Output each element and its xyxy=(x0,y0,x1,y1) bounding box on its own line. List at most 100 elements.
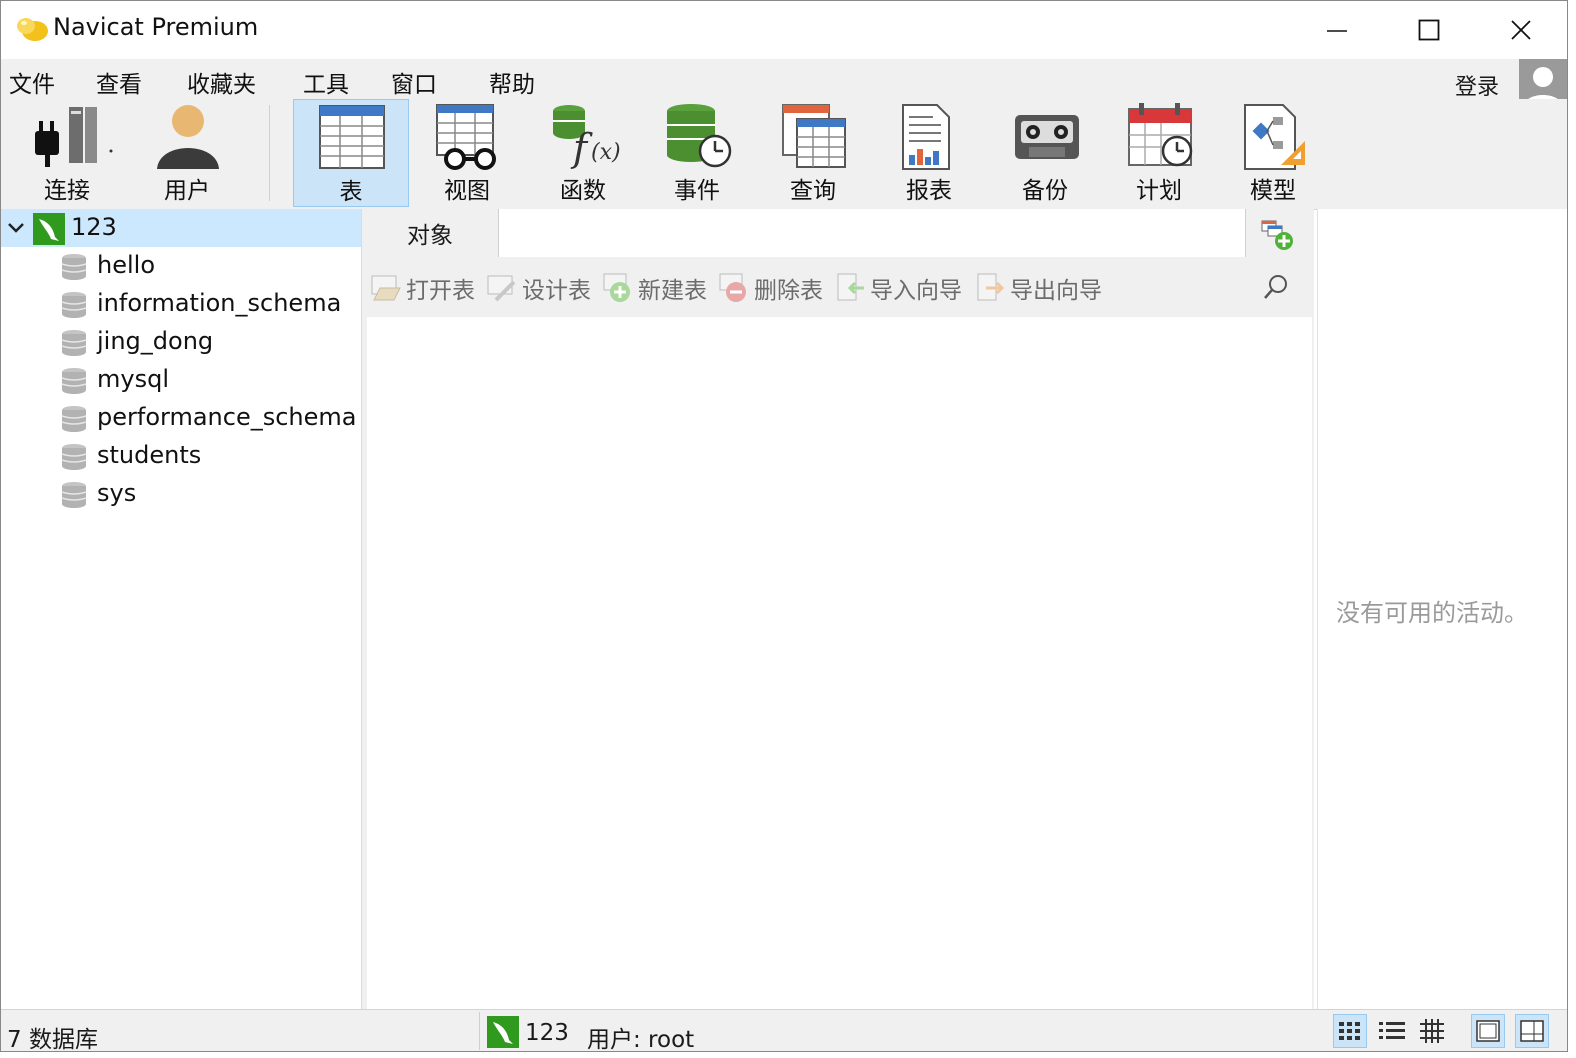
new-table-label: 新建表 xyxy=(638,278,707,304)
export-wizard-button[interactable]: 导出向导 xyxy=(974,271,1102,305)
close-button[interactable] xyxy=(1475,1,1567,59)
grid-view-button[interactable] xyxy=(1333,1014,1367,1048)
schedule-calendar-icon xyxy=(1128,103,1193,167)
status-separator xyxy=(479,1012,480,1050)
design-table-label: 设计表 xyxy=(522,278,591,304)
main-toolbar: 连接 用户 表 视图 f (x) 函数 事件 查询 报表 备份 计划 模型 xyxy=(1,99,1567,210)
menu-window[interactable]: 窗口 xyxy=(391,65,437,99)
object-toolbar: 打开表 设计表 新建表 删除表 导入向导 导出向导 xyxy=(362,261,1314,315)
table-button[interactable]: 表 xyxy=(293,99,409,207)
query-label: 查询 xyxy=(790,178,836,204)
window-title: Navicat Premium xyxy=(53,13,259,41)
menu-favorites[interactable]: 收藏夹 xyxy=(187,65,256,99)
user-button[interactable]: 用户 xyxy=(131,99,243,207)
status-user: 用户: root xyxy=(587,1027,695,1052)
database-name: students xyxy=(97,441,202,469)
connection-name: 123 xyxy=(71,213,117,241)
open-table-icon xyxy=(371,275,401,301)
query-button[interactable]: 查询 xyxy=(757,99,869,207)
tree-db-item[interactable]: mysql xyxy=(1,361,361,399)
tab-object[interactable]: 对象 xyxy=(362,209,498,257)
navicat-window: Navicat Premium 文件 查看 收藏夹 工具 窗口 帮助 登录 连接… xyxy=(0,0,1568,1052)
chevron-down-icon[interactable] xyxy=(7,221,25,235)
mysql-connection-icon xyxy=(33,213,65,245)
new-tab-button[interactable] xyxy=(1246,213,1306,257)
delete-table-button[interactable]: 删除表 xyxy=(718,271,823,305)
minimize-button[interactable] xyxy=(1291,1,1383,59)
export-wizard-label: 导出向导 xyxy=(1010,278,1102,304)
minimize-icon xyxy=(1327,30,1347,32)
tree-db-item[interactable]: hello xyxy=(1,247,361,285)
svg-text:(x): (x) xyxy=(591,140,621,165)
database-icon xyxy=(61,330,87,356)
model-button[interactable]: 模型 xyxy=(1217,99,1329,207)
database-count: 7 数据库 xyxy=(7,1027,98,1052)
tree-db-item[interactable]: sys xyxy=(1,475,361,513)
event-label: 事件 xyxy=(674,178,720,204)
database-name: performance_schema xyxy=(97,403,357,431)
grid-view-icon xyxy=(1339,1022,1360,1040)
menu-view[interactable]: 查看 xyxy=(96,65,142,99)
search-button[interactable] xyxy=(1262,273,1290,305)
title-bar: Navicat Premium xyxy=(1,1,1567,59)
tree-db-item[interactable]: jing_dong xyxy=(1,323,361,361)
report-icon xyxy=(902,104,950,170)
activity-panel: 没有可用的活动。 xyxy=(1317,209,1567,1009)
view-button[interactable]: 视图 xyxy=(411,99,523,207)
open-table-button[interactable]: 打开表 xyxy=(370,271,475,305)
menu-help[interactable]: 帮助 xyxy=(489,65,535,99)
database-icon xyxy=(61,444,87,470)
backup-label: 备份 xyxy=(1022,178,1068,204)
no-activity-message: 没有可用的活动。 xyxy=(1336,599,1528,627)
view-glasses-icon xyxy=(436,104,496,170)
object-list-area[interactable] xyxy=(367,317,1312,1009)
object-pane: 对象 打开表 设计表 新建表 删除表 导入向导 导出向导 xyxy=(362,209,1314,1009)
plug-icon xyxy=(35,107,113,167)
function-button[interactable]: f (x) 函数 xyxy=(527,99,639,207)
export-icon xyxy=(977,273,1005,301)
database-name: hello xyxy=(97,251,155,279)
list-view-button[interactable] xyxy=(1375,1014,1409,1048)
tree-db-item[interactable]: students xyxy=(1,437,361,475)
info-pane-button[interactable] xyxy=(1471,1014,1505,1048)
report-button[interactable]: 报表 xyxy=(873,99,985,207)
preview-pane-icon xyxy=(1520,1020,1544,1042)
database-icon xyxy=(61,406,87,432)
menu-tools[interactable]: 工具 xyxy=(303,65,349,99)
backup-button[interactable]: 备份 xyxy=(989,99,1101,207)
delete-table-label: 删除表 xyxy=(754,278,823,304)
toolbar-separator xyxy=(269,105,270,201)
new-table-icon xyxy=(603,273,630,302)
tree-db-item[interactable]: information_schema xyxy=(1,285,361,323)
import-wizard-button[interactable]: 导入向导 xyxy=(834,271,962,305)
import-icon xyxy=(837,273,864,301)
import-wizard-label: 导入向导 xyxy=(870,278,962,304)
database-icon xyxy=(61,254,87,280)
tree-connection-node[interactable]: 123 xyxy=(1,209,361,247)
schedule-button[interactable]: 计划 xyxy=(1103,99,1215,207)
detail-view-button[interactable] xyxy=(1415,1014,1449,1048)
table-icon xyxy=(319,105,385,169)
connection-tree: 123 hello information_schema jing_dong m… xyxy=(1,209,362,1009)
event-button[interactable]: 事件 xyxy=(641,99,753,207)
event-icon xyxy=(667,104,732,168)
maximize-button[interactable] xyxy=(1383,1,1475,59)
menu-file[interactable]: 文件 xyxy=(9,65,55,99)
model-label: 模型 xyxy=(1250,178,1296,204)
tree-db-item[interactable]: performance_schema xyxy=(1,399,361,437)
status-connection: 123 xyxy=(525,1020,569,1046)
connect-button[interactable]: 连接 xyxy=(11,99,123,207)
add-tab-icon xyxy=(1261,220,1293,250)
user-icon xyxy=(157,105,219,169)
maximize-icon xyxy=(1418,19,1440,41)
search-icon xyxy=(1264,275,1287,299)
delete-table-icon xyxy=(719,273,746,302)
new-table-button[interactable]: 新建表 xyxy=(602,271,707,305)
open-table-label: 打开表 xyxy=(406,278,475,304)
design-table-button[interactable]: 设计表 xyxy=(486,271,591,305)
preview-pane-button[interactable] xyxy=(1515,1014,1549,1048)
query-icon xyxy=(782,104,846,168)
login-link[interactable]: 登录 xyxy=(1455,69,1499,101)
mysql-connection-icon xyxy=(487,1016,519,1048)
database-name: information_schema xyxy=(97,289,342,317)
